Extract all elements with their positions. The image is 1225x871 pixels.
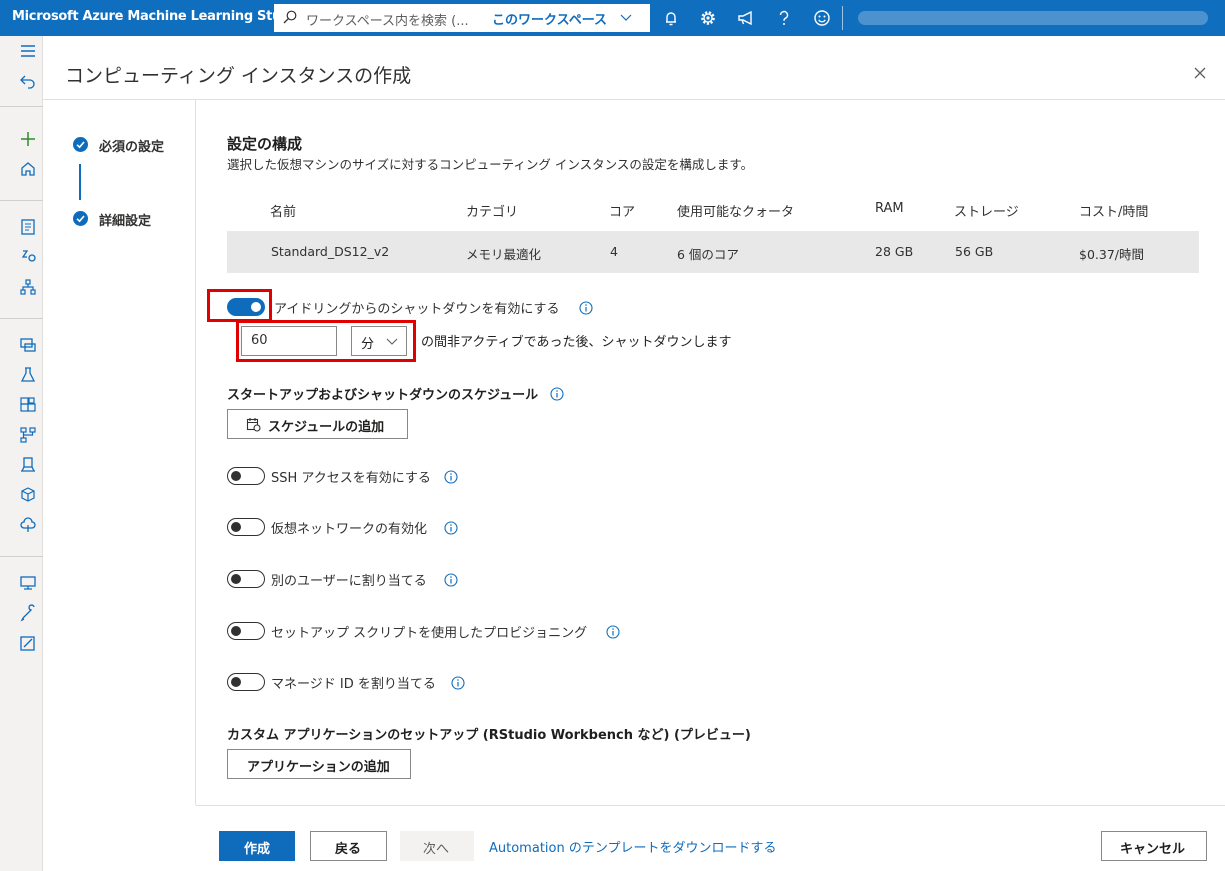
section-title: 設定の構成 <box>227 135 303 153</box>
left-nav-rail <box>0 36 43 871</box>
vnet-toggle[interactable] <box>227 518 265 536</box>
chevron-down-icon <box>386 338 398 345</box>
add-schedule-button[interactable]: スケジュールの追加 <box>227 409 408 439</box>
step-label: 詳細設定 <box>99 214 152 229</box>
vm-category-cell: メモリ最適化 <box>466 247 542 262</box>
idle-shutdown-label: アイドリングからのシャットダウンを有効にする <box>274 302 560 317</box>
bell-icon[interactable] <box>661 8 681 28</box>
search-box[interactable]: ワークスペース内を検索 (... このワークスペース <box>274 4 650 32</box>
help-icon[interactable] <box>774 8 794 28</box>
ssh-access-toggle[interactable] <box>227 467 265 485</box>
datastores-icon[interactable] <box>19 604 37 622</box>
cancel-button[interactable]: キャンセル <box>1101 831 1207 861</box>
toggle-label: 仮想ネットワークの有効化 <box>271 522 428 537</box>
experiment-flask-icon[interactable] <box>19 366 37 384</box>
managed-identity-toggle[interactable] <box>227 673 265 691</box>
column-header: コスト/時間 <box>1079 205 1149 220</box>
app-title[interactable]: Microsoft Azure Machine Learning Studio <box>12 9 303 24</box>
create-compute-panel: コンピューティング インスタンスの作成 必須の設定 詳細設定 設定の構成 選択し… <box>43 36 1225 871</box>
smiley-icon[interactable] <box>812 8 832 28</box>
info-icon[interactable] <box>444 521 458 535</box>
cancel-label: キャンセル <box>1120 842 1186 857</box>
compute-icon[interactable] <box>19 574 37 592</box>
info-icon[interactable] <box>550 387 564 401</box>
home-icon[interactable] <box>19 160 37 178</box>
checkmark-circle-icon <box>73 137 88 152</box>
step-connector <box>79 164 81 200</box>
create-button[interactable]: 作成 <box>219 831 295 861</box>
toggle-label: セットアップ スクリプトを使用したプロビジョニング <box>271 626 588 641</box>
idle-unit-select[interactable]: 分 <box>351 326 407 356</box>
info-icon[interactable] <box>606 625 620 639</box>
info-icon[interactable] <box>444 470 458 484</box>
topbar-divider <box>842 6 843 30</box>
assign-user-toggle[interactable] <box>227 570 265 588</box>
checkmark-circle-icon <box>73 211 88 226</box>
schedule-heading: スタートアップおよびシャットダウンのスケジュール <box>227 388 539 403</box>
column-header: コア <box>609 205 636 220</box>
pipelines-icon[interactable] <box>19 426 37 444</box>
search-scope-dropdown[interactable]: このワークスペース <box>492 9 607 28</box>
toggle-label: マネージド ID を割り当てる <box>271 677 436 692</box>
column-header: カテゴリ <box>466 205 519 220</box>
vm-cores-cell: 4 <box>610 244 618 259</box>
custom-apps-heading: カスタム アプリケーションのセットアップ (RStudio Workbench … <box>227 728 751 743</box>
megaphone-icon[interactable] <box>736 8 756 28</box>
automl-icon[interactable] <box>19 248 37 266</box>
idle-minutes-input[interactable]: 60 <box>241 326 337 356</box>
models-cube-icon[interactable] <box>19 486 37 504</box>
toggle-label: 別のユーザーに割り当てる <box>271 574 427 589</box>
chevron-down-icon[interactable] <box>620 12 632 22</box>
next-button[interactable]: 次へ <box>400 831 474 861</box>
download-template-link[interactable]: Automation のテンプレートをダウンロードする <box>489 837 776 856</box>
add-application-label: アプリケーションの追加 <box>247 760 390 775</box>
vm-storage-cell: 56 GB <box>955 244 994 259</box>
info-icon[interactable] <box>451 676 465 690</box>
column-header: ストレージ <box>954 205 1019 220</box>
info-icon[interactable] <box>579 301 593 315</box>
info-icon[interactable] <box>444 573 458 587</box>
add-application-button[interactable]: アプリケーションの追加 <box>227 749 411 779</box>
step-label: 必須の設定 <box>99 140 165 155</box>
setup-script-toggle[interactable] <box>227 622 265 640</box>
close-icon[interactable] <box>1193 66 1207 80</box>
panel-title: コンピューティング インスタンスの作成 <box>65 65 412 87</box>
idle-shutdown-suffix: の間非アクティブであった後、シャットダウンします <box>421 335 732 350</box>
unit-select-value: 分 <box>361 337 375 352</box>
notebook-icon[interactable] <box>19 218 37 236</box>
top-bar: Microsoft Azure Machine Learning Studio … <box>0 0 1225 36</box>
account-info-redacted[interactable] <box>858 11 1208 25</box>
calendar-clock-icon <box>246 418 261 432</box>
section-description: 選択した仮想マシンのサイズに対するコンピューティング インスタンスの設定を構成し… <box>227 157 754 172</box>
vm-name-cell: Standard_DS12_v2 <box>271 244 390 259</box>
labeling-icon[interactable] <box>19 634 37 652</box>
add-schedule-label: スケジュールの追加 <box>268 420 385 435</box>
components-icon[interactable] <box>19 396 37 414</box>
vm-ram-cell: 28 GB <box>875 244 914 259</box>
vm-cost-cell: $0.37/時間 <box>1079 247 1144 262</box>
column-header: 使用可能なクォータ <box>677 205 795 220</box>
table-row: Standard_DS12_v2 メモリ最適化 4 6 個のコア 28 GB 5… <box>227 231 1199 273</box>
column-header: RAM <box>875 201 904 216</box>
column-header: 名前 <box>270 205 297 220</box>
environments-icon[interactable] <box>19 456 37 474</box>
search-icon <box>283 10 297 24</box>
back-label: 戻る <box>335 842 362 857</box>
create-label: 作成 <box>244 842 271 857</box>
search-input[interactable]: ワークスペース内を検索 (... <box>306 10 469 29</box>
back-arrow-icon[interactable] <box>19 72 37 90</box>
gear-icon[interactable] <box>698 8 718 28</box>
plus-icon[interactable] <box>19 130 37 148</box>
designer-icon[interactable] <box>19 278 37 296</box>
next-label: 次へ <box>423 842 450 857</box>
back-button[interactable]: 戻る <box>310 831 387 861</box>
data-icon[interactable] <box>19 336 37 354</box>
toggle-label: SSH アクセスを有効にする <box>271 471 431 486</box>
hamburger-menu-icon[interactable] <box>19 42 37 60</box>
endpoints-cloud-icon[interactable] <box>19 516 37 534</box>
vm-quota-cell: 6 個のコア <box>677 247 739 262</box>
idle-shutdown-toggle[interactable] <box>227 298 265 316</box>
